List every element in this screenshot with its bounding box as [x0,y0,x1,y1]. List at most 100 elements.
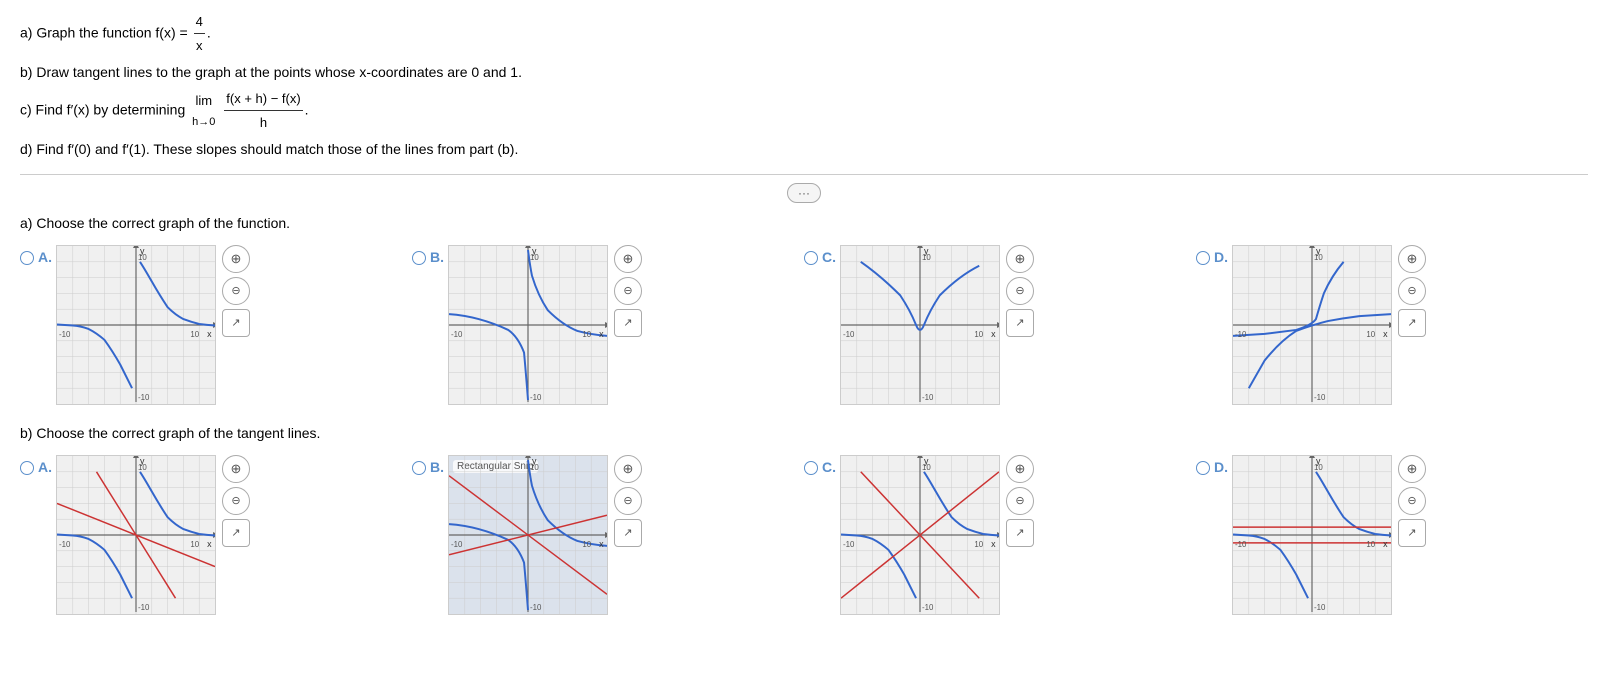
svg-text:-10: -10 [922,603,934,612]
svg-text:10: 10 [190,330,199,339]
option-letter-b-d: D. [1214,459,1228,475]
radio-b-b[interactable]: B. [412,459,444,475]
graph-b-c-icons: ⊕ ⊖ ↗ [1006,455,1034,547]
svg-text:10: 10 [974,540,983,549]
svg-text:10: 10 [190,540,199,549]
zoom-out-button-a-c[interactable]: ⊖ [1006,277,1034,305]
svg-text:10: 10 [530,463,539,472]
external-link-button-b-b[interactable]: ↗ [614,519,642,547]
svg-text:-10: -10 [1314,603,1326,612]
ellipsis-button[interactable]: ··· [787,183,821,203]
part-a-text: a) Graph the function f(x) = 4x. [20,10,1588,58]
zoom-out-button-b-b[interactable]: ⊖ [614,487,642,515]
zoom-out-button-a-b[interactable]: ⊖ [614,277,642,305]
option-letter-a-b: B. [430,249,444,265]
zoom-out-button-a-d[interactable]: ⊖ [1398,277,1426,305]
graph-b-d-icons: ⊕ ⊖ ↗ [1398,455,1426,547]
svg-text:-10: -10 [451,330,463,339]
svg-text:-10: -10 [1314,393,1326,402]
zoom-in-button-a-d[interactable]: ⊕ [1398,245,1426,273]
radio-circle-a-a[interactable] [20,251,34,265]
svg-text:x: x [599,329,604,339]
option-letter-a-d: D. [1214,249,1228,265]
external-link-button-a-a[interactable]: ↗ [222,309,250,337]
zoom-in-button-a-c[interactable]: ⊕ [1006,245,1034,273]
graph-a-d: x y -10 10 -10 10 [1232,245,1392,405]
zoom-in-button-b-d[interactable]: ⊕ [1398,455,1426,483]
radio-circle-b-b[interactable] [412,461,426,475]
zoom-in-button-a-a[interactable]: ⊕ [222,245,250,273]
radio-a-a[interactable]: A. [20,249,52,265]
svg-text:10: 10 [974,330,983,339]
svg-text:10: 10 [138,253,147,262]
radio-circle-b-d[interactable] [1196,461,1210,475]
section-b-label: b) Choose the correct graph of the tange… [20,425,1588,441]
svg-text:x: x [991,329,996,339]
external-link-button-b-a[interactable]: ↗ [222,519,250,547]
zoom-in-button-b-a[interactable]: ⊕ [222,455,250,483]
part-d-text: d) Find f′(0) and f′(1). These slopes sh… [20,137,1588,162]
graph-a-a: x y -10 10 -10 10 [56,245,216,405]
graph-b-c: x y -10 10 -10 10 [840,455,1000,615]
external-link-button-b-c[interactable]: ↗ [1006,519,1034,547]
zoom-out-button-a-a[interactable]: ⊖ [222,277,250,305]
radio-circle-b-a[interactable] [20,461,34,475]
zoom-out-button-b-c[interactable]: ⊖ [1006,487,1034,515]
svg-text:-10: -10 [451,540,463,549]
radio-a-b[interactable]: B. [412,249,444,265]
external-link-button-a-d[interactable]: ↗ [1398,309,1426,337]
svg-text:-10: -10 [922,393,934,402]
svg-text:x: x [207,539,212,549]
svg-text:10: 10 [1366,540,1375,549]
radio-b-d[interactable]: D. [1196,459,1228,475]
radio-circle-a-d[interactable] [1196,251,1210,265]
section-b-options: A. [20,455,1588,615]
svg-text:-10: -10 [59,540,71,549]
radio-circle-a-c[interactable] [804,251,818,265]
external-link-button-a-c[interactable]: ↗ [1006,309,1034,337]
option-letter-a-c: C. [822,249,836,265]
graph-a-c: x y -10 10 -10 10 [840,245,1000,405]
external-link-button-b-d[interactable]: ↗ [1398,519,1426,547]
svg-text:-10: -10 [1235,540,1247,549]
svg-text:-10: -10 [843,330,855,339]
section-b-option-a: A. [20,455,412,615]
svg-text:10: 10 [1314,463,1323,472]
radio-a-d[interactable]: D. [1196,249,1228,265]
svg-text:x: x [599,539,604,549]
svg-text:10: 10 [582,330,591,339]
part-c-text: c) Find f′(x) by determining lim h→0 f(x… [20,87,1588,135]
graph-b-a: x y -10 10 -10 10 [56,455,216,615]
graph-b-b-icons: ⊕ ⊖ ↗ [614,455,642,547]
svg-text:-10: -10 [59,330,71,339]
section-a-option-c: C. [804,245,1196,405]
graph-a-d-icons: ⊕ ⊖ ↗ [1398,245,1426,337]
section-a-options: A. [20,245,1588,405]
zoom-in-button-b-b[interactable]: ⊕ [614,455,642,483]
zoom-in-button-a-b[interactable]: ⊕ [614,245,642,273]
option-letter-b-a: A. [38,459,52,475]
svg-text:-10: -10 [138,393,150,402]
svg-text:x: x [1383,329,1388,339]
section-a-option-d: D. [1196,245,1588,405]
svg-text:x: x [207,329,212,339]
part-b-text: b) Draw tangent lines to the graph at th… [20,60,1588,85]
section-b-option-b: B. Rectangular Snip [412,455,804,615]
radio-b-a[interactable]: A. [20,459,52,475]
option-letter-b-b: B. [430,459,444,475]
svg-text:-10: -10 [530,393,542,402]
graph-a-c-icons: ⊕ ⊖ ↗ [1006,245,1034,337]
zoom-out-button-b-a[interactable]: ⊖ [222,487,250,515]
graph-b-b: Rectangular Snip [448,455,608,615]
graph-a-b: x y -10 10 -10 10 [448,245,608,405]
svg-text:10: 10 [138,463,147,472]
zoom-out-button-b-d[interactable]: ⊖ [1398,487,1426,515]
radio-b-c[interactable]: C. [804,459,836,475]
section-a-label: a) Choose the correct graph of the funct… [20,215,1588,231]
radio-circle-b-c[interactable] [804,461,818,475]
external-link-button-a-b[interactable]: ↗ [614,309,642,337]
section-b-option-d: D. [1196,455,1588,615]
radio-circle-a-b[interactable] [412,251,426,265]
zoom-in-button-b-c[interactable]: ⊕ [1006,455,1034,483]
radio-a-c[interactable]: C. [804,249,836,265]
